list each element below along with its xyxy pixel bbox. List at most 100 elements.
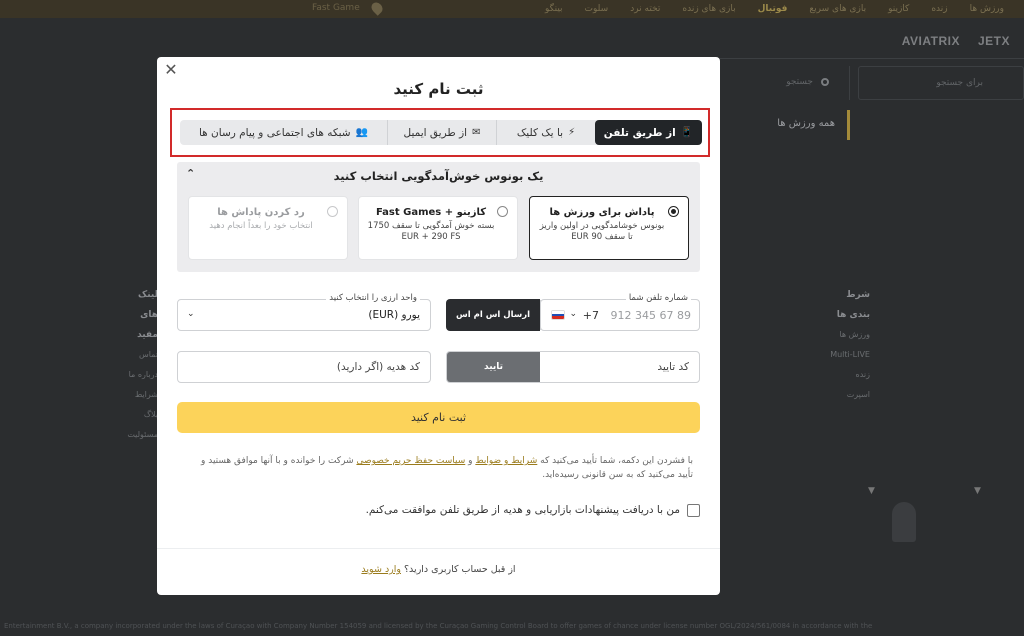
login-link[interactable]: وارد شوید [361,564,401,575]
promo-code-placeholder: کد هدیه (اگر دارید) [336,361,420,373]
background-search[interactable]: جستجو [720,66,850,100]
player-image [892,502,916,542]
users-icon: 👥 [355,127,369,138]
search-icon [821,78,829,86]
tab-label: با یک کلیک [516,126,564,139]
bg-card-mark: ▼ [974,486,981,496]
tab-email[interactable]: ✉ از طریق ایمیل [388,120,496,145]
bg-nav-item[interactable]: سلوت [585,4,609,14]
tab-label: از طریق تلفن [603,126,676,139]
bg-nav-item[interactable]: ورزش ها [970,4,1004,14]
currency-value: یورو (EUR) [368,309,420,321]
chevron-down-icon: ⌄ [187,309,195,319]
tabs-highlight-frame: 📱 از طریق تلفن ⚡ با یک کلیک ✉ از طریق ای… [170,108,710,157]
promo-code-field[interactable]: کد هدیه (اگر دارید) [177,351,431,383]
bg-nav-fast-game[interactable]: Fast Game [312,3,360,13]
registration-modal: ✕ ثبت نام کنید 📱 از طریق تلفن ⚡ با یک کل… [157,57,720,595]
confirm-code-placeholder: کد تایید [657,361,689,373]
bg-sports-label: همه ورزش ها [777,118,835,129]
bonus-option-title: پاداش برای ورزش ها [549,207,655,218]
consent-text: من با دریافت پیشنهادات بازاریابی و هدیه … [365,504,680,516]
bg-col-item[interactable]: مسئولیت [127,430,158,439]
bg-col-item[interactable]: درباره ما [129,370,158,379]
bonus-heading: یک بونوس خوش‌آمدگویی انتخاب کنید [333,169,544,183]
bonus-option-title: رد کردن پاداش ها [217,207,305,218]
bg-col-item[interactable]: زنده [856,370,870,379]
background-sports-menu[interactable]: همه ورزش ها [720,110,850,140]
login-prompt: از قبل حساب کاربری دارید؟ وارد شوید [157,564,720,575]
bg-game-link[interactable]: AVIATRIX [902,34,960,48]
modal-title: ثبت نام کنید [393,80,484,98]
bg-col-item[interactable]: Multi-LIVE [830,350,870,359]
bg-col-head: لینک های مفید [137,290,158,340]
bonus-option-desc: بسته خوش آمدگویی تا سقف 1750 EUR + 290 F… [367,221,495,242]
bg-nav-item[interactable]: بینگو [545,4,563,14]
phone-icon: 📱 [680,127,694,138]
marketing-consent: من با دریافت پیشنهادات بازاریابی و هدیه … [177,502,700,522]
bg-footer-text: Entertainment B.V., a company incorporat… [4,622,873,630]
terms-text-part: و [465,456,476,466]
tab-phone[interactable]: 📱 از طریق تلفن [595,120,702,145]
background-links-column: لینک های مفید تماس درباره ما شرایط بلاگ … [118,285,158,445]
envelope-icon: ✉ [472,127,481,138]
registration-tabs: 📱 از طریق تلفن ⚡ با یک کلیک ✉ از طریق ای… [180,120,702,145]
bg-col-item[interactable]: اسپرت [847,390,870,399]
bg-nav-item[interactable]: زنده [931,4,947,14]
phone-divider [540,300,541,330]
bg-card-mark: ▼ [868,486,875,496]
currency-label: واحد ارزی را انتخاب کنید [326,293,420,303]
bonus-option-sports[interactable]: پاداش برای ورزش ها بونوس خوشامدگویی در ا… [529,196,689,260]
close-icon[interactable]: ✕ [163,61,179,79]
tab-one-click[interactable]: ⚡ با یک کلیک [497,120,595,145]
bg-col-head: شرط بندی ها [836,290,870,320]
confirm-code-field[interactable]: کد تایید تایید [446,351,700,383]
bonus-option-desc: انتخاب خود را بعداً انجام دهید [209,221,313,231]
bg-search2-placeholder: برای جستجو [936,78,983,88]
background-games: AVIATRIX JETX [902,34,1010,48]
phone-field[interactable]: شماره تلفن شما +7 ⌄ 912 345 67 89 [540,293,700,331]
tab-social[interactable]: 👥 شبکه های اجتماعی و پیام رسان ها [180,120,387,145]
bg-nav-item[interactable]: فوتبال [758,4,788,14]
background-search-2[interactable]: برای جستجو [858,66,1024,100]
bg-search-placeholder: جستجو [786,77,813,87]
bg-nav-item[interactable]: تخته نرد [630,4,660,14]
bg-game-link[interactable]: JETX [978,34,1010,48]
tab-label: شبکه های اجتماعی و پیام رسان ها [198,126,351,139]
phone-label: شماره تلفن شما [625,293,691,303]
privacy-link[interactable]: سیاست حفظ حریم خصوصی [356,456,465,466]
background-footer: Entertainment B.V., a company incorporat… [0,614,1024,636]
bg-nav-item[interactable]: کازینو [888,4,909,14]
bonus-option-desc: بونوس خوشامدگویی در اولین واریز تا سقف 9… [539,221,665,242]
russia-flag-icon[interactable] [551,310,565,320]
background-divider [720,58,1024,59]
register-button[interactable]: ثبت نام کنید [177,402,700,433]
terms-text-part: با فشردن این دکمه، شما تأیید می‌کنید که [537,456,693,466]
bg-col-item[interactable]: شرایط [135,390,158,399]
bg-col-item[interactable]: ورزش ها [839,330,870,339]
bg-col-item[interactable]: تماس [139,350,158,359]
bonus-selector: یک بونوس خوش‌آمدگویی انتخاب کنید ⌃ پاداش… [177,162,700,272]
terms-text: با فشردن این دکمه، شما تأیید می‌کنید که … [183,454,693,482]
bonus-option-decline[interactable]: رد کردن پاداش ها انتخاب خود را بعداً انج… [188,196,348,260]
radio-button[interactable] [497,206,508,217]
confirm-button[interactable]: تایید [447,352,540,382]
country-code: +7 [582,309,599,322]
chevron-up-icon[interactable]: ⌃ [186,167,195,180]
bg-nav-item[interactable]: بازی های زنده [682,4,735,14]
tab-divider [496,120,497,145]
phone-placeholder: 912 345 67 89 [610,309,691,322]
radio-button[interactable] [327,206,338,217]
consent-checkbox[interactable] [687,504,700,517]
login-text: از قبل حساب کاربری دارید؟ [401,564,516,575]
terms-link[interactable]: شرایط و ضوابط [475,456,537,466]
currency-select[interactable]: واحد ارزی را انتخاب کنید یورو (EUR) ⌄ [177,293,431,331]
chevron-down-icon[interactable]: ⌄ [569,309,577,319]
radio-button[interactable] [668,206,679,217]
lightning-icon: ⚡ [568,127,576,138]
tab-label: از طریق ایمیل [403,126,468,139]
bg-nav-item[interactable]: بازی های سریع [809,4,866,14]
bg-col-item[interactable]: بلاگ [144,410,158,419]
bonus-option-casino[interactable]: کازینو + Fast Games بسته خوش آمدگویی تا … [358,196,518,260]
send-sms-button[interactable]: ارسال اس ام اس [446,299,540,331]
background-bets-column: شرط بندی ها ورزش ها Multi-LIVE زنده اسپر… [830,285,870,405]
